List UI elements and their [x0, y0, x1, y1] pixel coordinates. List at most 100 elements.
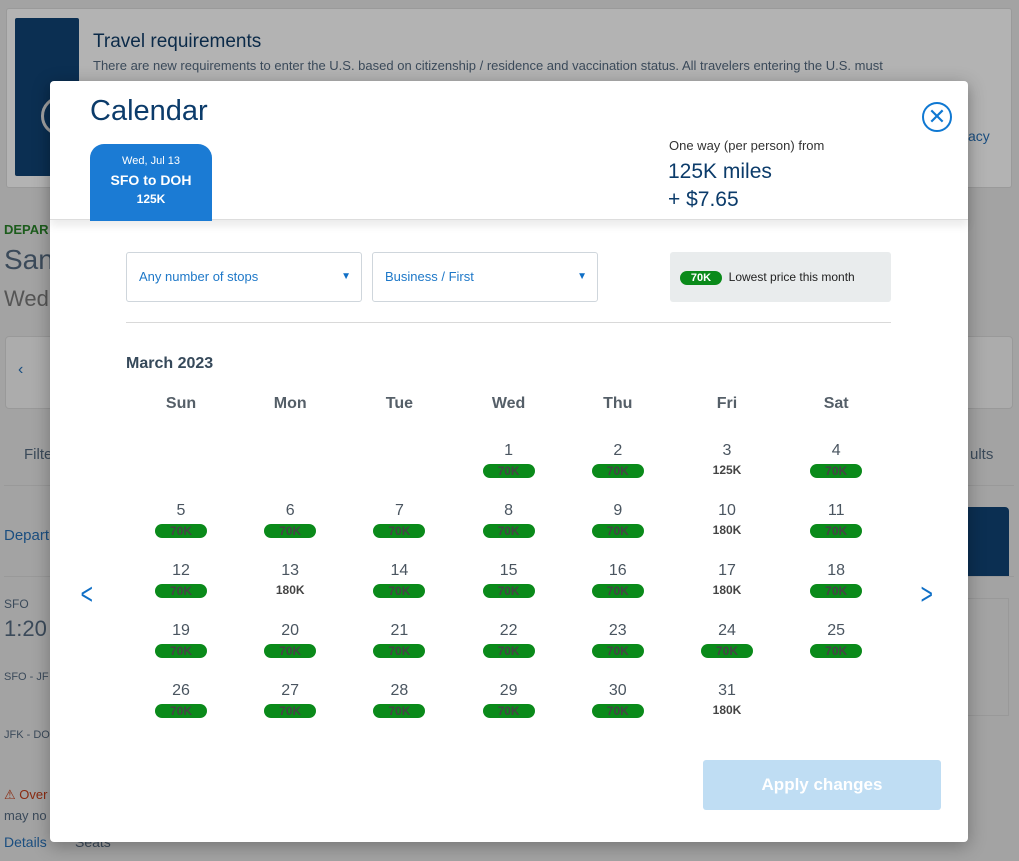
lowest-price-badge: 70K — [810, 464, 863, 478]
calendar-day[interactable]: 31 180K — [682, 682, 772, 717]
lowest-price-badge: 70K — [591, 524, 644, 538]
calendar-day[interactable]: 7 70K — [354, 502, 444, 540]
day-number: 26 — [172, 682, 190, 699]
calendar-day[interactable]: 12 70K — [136, 562, 226, 600]
calendar-day[interactable]: 30 70K — [573, 682, 663, 720]
lowest-price-badge: 70K — [810, 644, 863, 658]
calendar-day[interactable]: 29 70K — [464, 682, 554, 720]
lowest-price-badge: 70K — [264, 524, 317, 538]
lowest-price-badge: 70K — [810, 584, 863, 598]
lowest-price-badge: 70K — [373, 704, 426, 718]
day-number: 7 — [394, 502, 404, 519]
warning-text-2: may no — [4, 808, 47, 823]
segment-price: 125K — [136, 192, 166, 206]
day-number: 16 — [608, 562, 627, 579]
day-number: 9 — [613, 502, 623, 519]
day-number: 14 — [390, 562, 409, 579]
calendar-day[interactable]: 17 180K — [682, 562, 772, 597]
calendar-day[interactable]: 13 180K — [245, 562, 335, 597]
calendar-day[interactable]: 16 70K — [573, 562, 663, 600]
month-title: March 2023 — [126, 355, 214, 372]
filter-button[interactable]: Filte — [24, 446, 52, 463]
segment-tab[interactable]: Wed, Jul 13 SFO to DOH 125K — [90, 144, 212, 221]
day-number: 5 — [176, 502, 186, 519]
calendar-day[interactable]: 3 125K — [682, 442, 772, 477]
date-strip-prev-icon[interactable]: ‹ — [18, 361, 23, 379]
lowest-price-badge: 70K — [155, 644, 207, 658]
lowest-price-badge: 70K — [591, 644, 644, 658]
calendar-day[interactable]: 4 70K — [791, 442, 881, 480]
lowest-price-badge: 70K — [264, 644, 317, 658]
calendar-day[interactable]: 28 70K — [354, 682, 444, 720]
calendar-day[interactable]: 20 70K — [245, 622, 335, 660]
calendar-day[interactable]: 5 70K — [136, 502, 226, 540]
calendar-day[interactable]: 22 70K — [464, 622, 554, 660]
calendar-day[interactable]: 24 70K — [682, 622, 772, 660]
calendar-day[interactable]: 10 180K — [682, 502, 772, 537]
day-number: 25 — [827, 622, 846, 639]
lowest-price-badge: 70K — [482, 704, 535, 718]
day-number: 29 — [499, 682, 518, 699]
lowest-price-badge: 70K — [155, 584, 207, 598]
calendar-day[interactable]: 2 70K — [573, 442, 663, 480]
lowest-price-badge: 70K — [373, 644, 426, 658]
calendar-day[interactable]: 14 70K — [354, 562, 444, 600]
day-number: 27 — [281, 682, 300, 699]
calendar-day[interactable]: 1 70K — [464, 442, 554, 480]
calendar-day[interactable]: 15 70K — [464, 562, 554, 600]
results-label: ults — [970, 446, 994, 463]
calendar-day[interactable]: 9 70K — [573, 502, 663, 540]
day-number: 13 — [281, 562, 300, 579]
fare-label: One way (per person) from — [669, 138, 825, 153]
day-number: 11 — [827, 502, 845, 519]
day-number: 31 — [718, 682, 736, 699]
apply-changes-button[interactable]: Apply changes — [703, 760, 941, 810]
cabin-select-value: Business / First — [385, 269, 474, 284]
chevron-left-icon[interactable]: < — [81, 578, 93, 612]
lowest-price-badge: 70K — [482, 524, 535, 538]
day-number: 18 — [827, 562, 846, 579]
cabin-select[interactable]: Business / First ▼ — [372, 252, 598, 302]
lowest-price-badge: 70K — [373, 524, 426, 538]
stops-select[interactable]: Any number of stops ▼ — [126, 252, 362, 302]
day-number: 20 — [281, 622, 300, 639]
weekday-thu: Thu — [603, 395, 633, 412]
calendar-day[interactable]: 6 70K — [245, 502, 335, 540]
calendar-day[interactable]: 25 70K — [791, 622, 881, 660]
privacy-link[interactable]: acy — [968, 128, 990, 144]
stops-select-value: Any number of stops — [139, 269, 259, 284]
calendar-day[interactable]: 23 70K — [573, 622, 663, 660]
lowest-price-badge: 70K — [373, 584, 426, 598]
warning: ⚠ Over — [4, 787, 48, 802]
depart-sort[interactable]: Depart — [4, 527, 49, 544]
day-number: 10 — [718, 502, 736, 519]
calendar-day[interactable]: 21 70K — [354, 622, 444, 660]
lowest-price-badge: 70K — [810, 524, 863, 538]
close-icon[interactable]: ✕ — [922, 102, 952, 132]
day-number: 24 — [718, 622, 736, 639]
calendar-day[interactable]: 11 70K — [791, 502, 881, 540]
lowest-price-badge: 70K — [591, 584, 644, 598]
calendar-day[interactable]: 18 70K — [791, 562, 881, 600]
day-price: 180K — [275, 583, 305, 597]
day-number: 8 — [504, 502, 514, 519]
leg-2: JFK - DO — [4, 729, 50, 741]
details-link[interactable]: Details — [4, 834, 47, 850]
segment-route: SFO to DOH — [110, 172, 192, 188]
city: San — [4, 244, 54, 275]
lowest-price-badge: 70K — [264, 704, 317, 718]
lowest-price-badge: 70K — [482, 644, 535, 658]
day-number: 3 — [722, 442, 732, 459]
calendar-day[interactable]: 26 70K — [136, 682, 226, 720]
calendar-day[interactable]: 19 70K — [136, 622, 226, 660]
day-price: 180K — [712, 583, 742, 597]
dropdown-arrow-icon: ▼ — [341, 271, 351, 282]
calendar-day[interactable]: 8 70K — [464, 502, 554, 540]
chevron-right-icon[interactable]: > — [921, 578, 933, 612]
weekday-tue: Tue — [385, 395, 414, 412]
lowest-price-badge: 70K — [155, 524, 207, 538]
depart-time: 1:20 — [4, 616, 47, 641]
weekday-sat: Sat — [823, 395, 849, 412]
weekday-wed: Wed — [491, 395, 526, 412]
calendar-day[interactable]: 27 70K — [245, 682, 335, 720]
